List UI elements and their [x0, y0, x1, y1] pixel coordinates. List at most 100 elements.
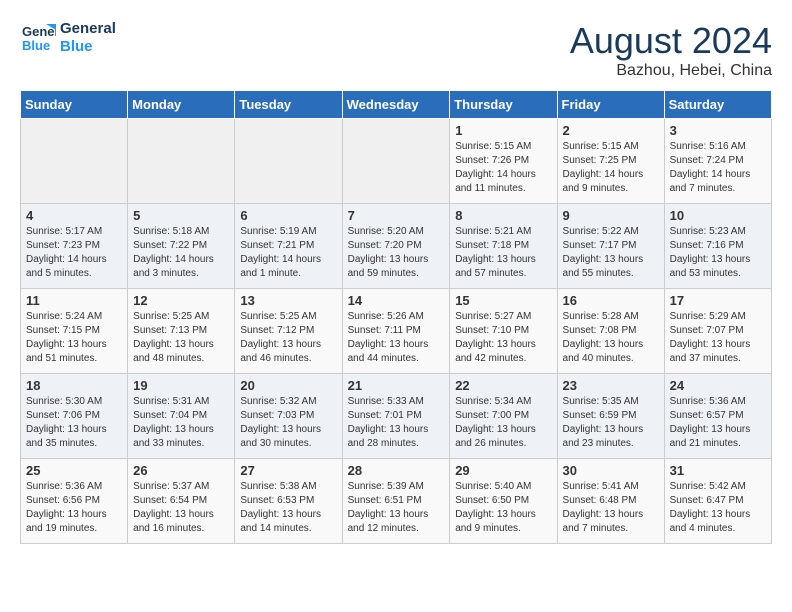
- calendar-week-1: 1Sunrise: 5:15 AM Sunset: 7:26 PM Daylig…: [21, 119, 772, 204]
- day-info: Sunrise: 5:27 AM Sunset: 7:10 PM Dayligh…: [455, 310, 551, 366]
- day-number: 9: [563, 208, 659, 223]
- day-number: 30: [563, 463, 659, 478]
- calendar-cell: 10 Sunrise: 5:23 AM Sunset: 7:16 PM Dayli…: [664, 204, 771, 289]
- day-info: Sunrise: 5:36 AM Sunset: 6:56 PM Dayligh…: [26, 480, 122, 536]
- calendar-week-2: 4 Sunrise: 5:17 AM Sunset: 7:23 PM Daylig…: [21, 204, 772, 289]
- day-info: Sunrise: 5:38 AM Sunset: 6:53 PM Dayligh…: [240, 480, 336, 536]
- calendar-cell: 13 Sunrise: 5:25 AM Sunset: 7:12 PM Dayli…: [235, 289, 342, 374]
- day-info: Sunrise: 5:24 AM Sunset: 7:15 PM Dayligh…: [26, 310, 122, 366]
- day-info: Sunrise: 5:41 AM Sunset: 6:48 PM Dayligh…: [563, 480, 659, 536]
- day-number: 2: [563, 123, 659, 138]
- day-number: 7: [348, 208, 445, 223]
- calendar-cell: 31 Sunrise: 5:42 AM Sunset: 6:47 PM Dayli…: [664, 459, 771, 544]
- day-info: Sunrise: 5:28 AM Sunset: 7:08 PM Dayligh…: [563, 310, 659, 366]
- calendar-cell: 27Sunrise: 5:38 AM Sunset: 6:53 PM Dayli…: [235, 459, 342, 544]
- day-number: 24: [670, 378, 766, 393]
- calendar-cell: 19 Sunrise: 5:31 AM Sunset: 7:04 PM Dayli…: [128, 374, 235, 459]
- day-number: 22: [455, 378, 551, 393]
- calendar-week-4: 18 Sunrise: 5:30 AM Sunset: 7:06 PM Dayli…: [21, 374, 772, 459]
- day-info: Sunrise: 5:35 AM Sunset: 6:59 PM Dayligh…: [563, 395, 659, 451]
- calendar-cell: 3Sunrise: 5:16 AM Sunset: 7:24 PM Daylig…: [664, 119, 771, 204]
- day-info: Sunrise: 5:20 AM Sunset: 7:20 PM Dayligh…: [348, 225, 445, 281]
- page-header: General Blue General Blue August 2024 Ba…: [20, 20, 772, 80]
- day-info: Sunrise: 5:25 AM Sunset: 7:12 PM Dayligh…: [240, 310, 336, 366]
- day-number: 12: [133, 293, 229, 308]
- day-info: Sunrise: 5:42 AM Sunset: 6:47 PM Dayligh…: [670, 480, 766, 536]
- calendar-cell: [235, 119, 342, 204]
- calendar-week-3: 11 Sunrise: 5:24 AM Sunset: 7:15 PM Dayli…: [21, 289, 772, 374]
- day-info: Sunrise: 5:37 AM Sunset: 6:54 PM Dayligh…: [133, 480, 229, 536]
- day-number: 18: [26, 378, 122, 393]
- day-info: Sunrise: 5:25 AM Sunset: 7:13 PM Dayligh…: [133, 310, 229, 366]
- calendar-cell: 23 Sunrise: 5:35 AM Sunset: 6:59 PM Dayli…: [557, 374, 664, 459]
- day-number: 8: [455, 208, 551, 223]
- day-info: Sunrise: 5:34 AM Sunset: 7:00 PM Dayligh…: [455, 395, 551, 451]
- title-block: August 2024 Bazhou, Hebei, China: [570, 20, 772, 80]
- day-number: 29: [455, 463, 551, 478]
- day-number: 16: [563, 293, 659, 308]
- calendar-cell: 25 Sunrise: 5:36 AM Sunset: 6:56 PM Dayli…: [21, 459, 128, 544]
- day-info: Sunrise: 5:26 AM Sunset: 7:11 PM Dayligh…: [348, 310, 445, 366]
- calendar-cell: 14 Sunrise: 5:26 AM Sunset: 7:11 PM Dayli…: [342, 289, 450, 374]
- day-number: 20: [240, 378, 336, 393]
- day-number: 4: [26, 208, 122, 223]
- day-info: Sunrise: 5:15 AM Sunset: 7:26 PM Dayligh…: [455, 140, 551, 196]
- calendar-cell: 18 Sunrise: 5:30 AM Sunset: 7:06 PM Dayli…: [21, 374, 128, 459]
- svg-text:Blue: Blue: [22, 38, 50, 53]
- calendar-cell: 8 Sunrise: 5:21 AM Sunset: 7:18 PM Daylig…: [450, 204, 557, 289]
- calendar-cell: 4 Sunrise: 5:17 AM Sunset: 7:23 PM Daylig…: [21, 204, 128, 289]
- day-number: 6: [240, 208, 336, 223]
- location-subtitle: Bazhou, Hebei, China: [570, 62, 772, 80]
- day-number: 19: [133, 378, 229, 393]
- calendar-cell: 20 Sunrise: 5:32 AM Sunset: 7:03 PM Dayli…: [235, 374, 342, 459]
- day-info: Sunrise: 5:19 AM Sunset: 7:21 PM Dayligh…: [240, 225, 336, 281]
- day-info: Sunrise: 5:18 AM Sunset: 7:22 PM Dayligh…: [133, 225, 229, 281]
- day-info: Sunrise: 5:36 AM Sunset: 6:57 PM Dayligh…: [670, 395, 766, 451]
- day-info: Sunrise: 5:39 AM Sunset: 6:51 PM Dayligh…: [348, 480, 445, 536]
- calendar-cell: 16 Sunrise: 5:28 AM Sunset: 7:08 PM Dayli…: [557, 289, 664, 374]
- weekday-header-wednesday: Wednesday: [342, 91, 450, 119]
- calendar-cell: 22 Sunrise: 5:34 AM Sunset: 7:00 PM Dayli…: [450, 374, 557, 459]
- day-number: 23: [563, 378, 659, 393]
- day-info: Sunrise: 5:30 AM Sunset: 7:06 PM Dayligh…: [26, 395, 122, 451]
- calendar-week-5: 25 Sunrise: 5:36 AM Sunset: 6:56 PM Dayli…: [21, 459, 772, 544]
- logo-general: General: [60, 20, 116, 38]
- day-number: 5: [133, 208, 229, 223]
- logo-blue: Blue: [60, 38, 116, 56]
- weekday-header-friday: Friday: [557, 91, 664, 119]
- calendar-cell: 7 Sunrise: 5:20 AM Sunset: 7:20 PM Daylig…: [342, 204, 450, 289]
- day-number: 21: [348, 378, 445, 393]
- day-info: Sunrise: 5:32 AM Sunset: 7:03 PM Dayligh…: [240, 395, 336, 451]
- day-number: 28: [348, 463, 445, 478]
- day-info: Sunrise: 5:31 AM Sunset: 7:04 PM Dayligh…: [133, 395, 229, 451]
- logo-icon: General Blue: [20, 20, 56, 56]
- day-info: Sunrise: 5:15 AM Sunset: 7:25 PM Dayligh…: [563, 140, 659, 196]
- calendar-cell: 11 Sunrise: 5:24 AM Sunset: 7:15 PM Dayli…: [21, 289, 128, 374]
- day-number: 14: [348, 293, 445, 308]
- calendar-cell: 21Sunrise: 5:33 AM Sunset: 7:01 PM Dayli…: [342, 374, 450, 459]
- calendar-cell: 2 Sunrise: 5:15 AM Sunset: 7:25 PM Daylig…: [557, 119, 664, 204]
- calendar-table: SundayMondayTuesdayWednesdayThursdayFrid…: [20, 90, 772, 544]
- day-number: 25: [26, 463, 122, 478]
- day-info: Sunrise: 5:17 AM Sunset: 7:23 PM Dayligh…: [26, 225, 122, 281]
- weekday-header-monday: Monday: [128, 91, 235, 119]
- calendar-cell: 24 Sunrise: 5:36 AM Sunset: 6:57 PM Dayli…: [664, 374, 771, 459]
- day-number: 11: [26, 293, 122, 308]
- logo: General Blue General Blue: [20, 20, 116, 56]
- calendar-cell: 6 Sunrise: 5:19 AM Sunset: 7:21 PM Daylig…: [235, 204, 342, 289]
- calendar-cell: 28 Sunrise: 5:39 AM Sunset: 6:51 PM Dayli…: [342, 459, 450, 544]
- day-info: Sunrise: 5:23 AM Sunset: 7:16 PM Dayligh…: [670, 225, 766, 281]
- weekday-header-saturday: Saturday: [664, 91, 771, 119]
- day-number: 10: [670, 208, 766, 223]
- calendar-cell: 26Sunrise: 5:37 AM Sunset: 6:54 PM Dayli…: [128, 459, 235, 544]
- calendar-cell: 9Sunrise: 5:22 AM Sunset: 7:17 PM Daylig…: [557, 204, 664, 289]
- weekday-header-row: SundayMondayTuesdayWednesdayThursdayFrid…: [21, 91, 772, 119]
- calendar-cell: 17Sunrise: 5:29 AM Sunset: 7:07 PM Dayli…: [664, 289, 771, 374]
- day-number: 13: [240, 293, 336, 308]
- weekday-header-sunday: Sunday: [21, 91, 128, 119]
- calendar-cell: [21, 119, 128, 204]
- day-info: Sunrise: 5:21 AM Sunset: 7:18 PM Dayligh…: [455, 225, 551, 281]
- day-number: 31: [670, 463, 766, 478]
- day-number: 15: [455, 293, 551, 308]
- calendar-cell: 29Sunrise: 5:40 AM Sunset: 6:50 PM Dayli…: [450, 459, 557, 544]
